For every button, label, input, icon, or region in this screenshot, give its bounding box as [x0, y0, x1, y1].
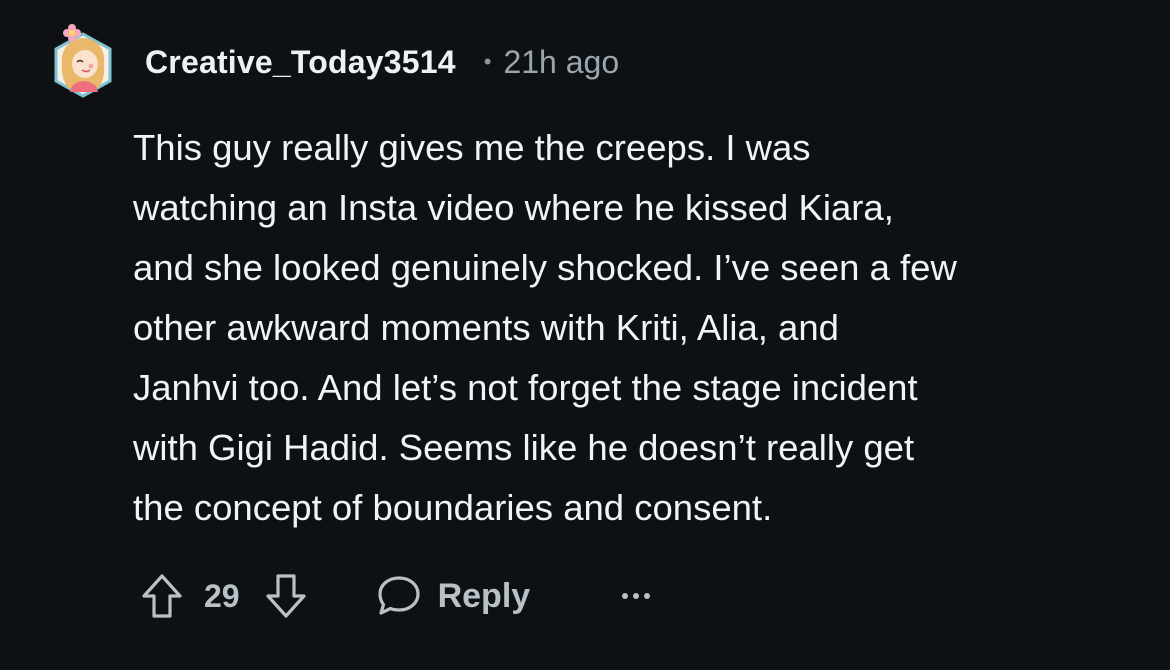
speech-bubble-icon [377, 576, 420, 615]
vote-count: 29 [204, 577, 240, 614]
ellipsis-icon [622, 593, 651, 599]
arrow-down-icon [265, 574, 306, 618]
comment-header: Creative_Today3514 • 21h ago [52, 20, 619, 104]
upvote-button[interactable] [140, 572, 184, 620]
downvote-button[interactable] [264, 572, 308, 620]
username-link[interactable]: Creative_Today3514 [145, 44, 456, 81]
separator-dot: • [483, 49, 492, 74]
more-options-button[interactable] [620, 590, 652, 602]
comment-card: Creative_Today3514 • 21h ago This guy re… [0, 0, 1170, 670]
arrow-up-icon [142, 574, 182, 618]
timestamp[interactable]: 21h ago [503, 44, 619, 81]
comment-actions: 29 Reply [140, 568, 652, 624]
reply-button[interactable]: Reply [376, 574, 531, 618]
avatar[interactable] [52, 24, 114, 100]
comment-body: This guy really gives me the creeps. I w… [133, 127, 957, 528]
reply-label: Reply [437, 576, 531, 615]
